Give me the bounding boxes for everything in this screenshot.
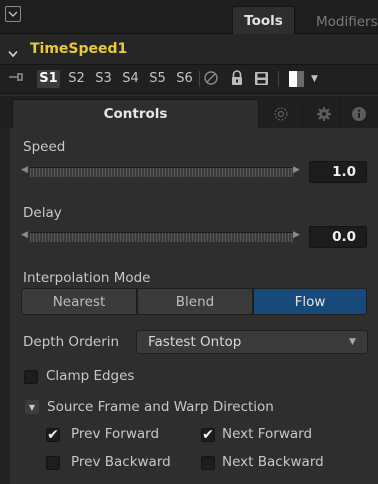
- interpolation-mode-label: Interpolation Mode: [23, 270, 151, 286]
- gear-icon[interactable]: [314, 104, 334, 124]
- panel-left-strip: [0, 128, 10, 484]
- clamp-edges-label[interactable]: Clamp Edges: [46, 368, 134, 384]
- expand-chevron-icon[interactable]: [8, 43, 18, 62]
- interpolation-blend-button[interactable]: Blend: [137, 288, 253, 315]
- checkmark-icon: ✔: [47, 427, 59, 443]
- prev-forward-label[interactable]: Prev Forward: [71, 426, 159, 442]
- masks-icon[interactable]: [271, 104, 291, 124]
- depth-ordering-label: Depth Orderin: [23, 334, 120, 350]
- interpolation-nearest-button[interactable]: Nearest: [21, 288, 137, 315]
- disable-icon[interactable]: [203, 70, 219, 90]
- prev-forward-checkbox[interactable]: ✔: [46, 428, 60, 442]
- slider-left-arrow-icon[interactable]: ◀: [21, 165, 28, 175]
- tab-modifiers[interactable]: Modifiers: [316, 14, 378, 30]
- save-icon[interactable]: [254, 71, 269, 90]
- node-title: TimeSpeed1: [30, 41, 128, 57]
- version-s6-button[interactable]: S6: [173, 70, 196, 88]
- next-forward-label[interactable]: Next Forward: [222, 426, 312, 442]
- divider: [199, 71, 200, 87]
- version-s3-button[interactable]: S3: [92, 70, 115, 88]
- pin-icon[interactable]: [8, 71, 24, 86]
- section-toggle-icon[interactable]: ▼: [25, 400, 39, 414]
- tab-controls[interactable]: Controls: [12, 99, 259, 128]
- next-backward-label[interactable]: Next Backward: [222, 454, 324, 470]
- version-s1-button[interactable]: S1: [37, 70, 60, 88]
- depth-ordering-value[interactable]: Fastest Ontop: [148, 334, 241, 350]
- color-dropdown-arrow-icon[interactable]: ▼: [311, 74, 318, 84]
- delay-label: Delay: [23, 205, 62, 221]
- speed-label: Speed: [23, 139, 66, 155]
- color-swatch[interactable]: [289, 71, 304, 87]
- info-icon[interactable]: [349, 104, 369, 124]
- next-forward-checkbox[interactable]: ✔: [201, 428, 215, 442]
- next-backward-checkbox[interactable]: [201, 456, 215, 470]
- interpolation-flow-button[interactable]: Flow: [253, 288, 367, 315]
- prev-backward-label[interactable]: Prev Backward: [71, 454, 171, 470]
- divider: [339, 100, 340, 126]
- divider: [302, 100, 303, 126]
- speed-value-field[interactable]: 1.0: [309, 161, 367, 183]
- clamp-edges-checkbox[interactable]: [24, 370, 38, 384]
- delay-slider[interactable]: [30, 232, 294, 242]
- chevron-down-icon[interactable]: ▼: [349, 337, 356, 347]
- divider: [278, 71, 279, 87]
- slider-right-arrow-icon[interactable]: ▶: [293, 230, 300, 240]
- delay-value-field[interactable]: 0.0: [309, 226, 367, 248]
- collapse-panel-button[interactable]: [5, 6, 21, 22]
- checkmark-icon: ✔: [202, 427, 214, 443]
- slider-left-arrow-icon[interactable]: ◀: [21, 230, 28, 240]
- prev-backward-checkbox[interactable]: [46, 456, 60, 470]
- tab-tools[interactable]: Tools: [232, 6, 295, 34]
- slider-right-arrow-icon[interactable]: ▶: [293, 165, 300, 175]
- speed-slider[interactable]: [30, 167, 294, 177]
- version-s5-button[interactable]: S5: [146, 70, 169, 88]
- source-frame-section-label[interactable]: Source Frame and Warp Direction: [47, 399, 274, 415]
- version-s4-button[interactable]: S4: [119, 70, 142, 88]
- version-s2-button[interactable]: S2: [65, 70, 88, 88]
- chevron-down-icon: [8, 11, 18, 17]
- lock-icon[interactable]: [230, 70, 244, 90]
